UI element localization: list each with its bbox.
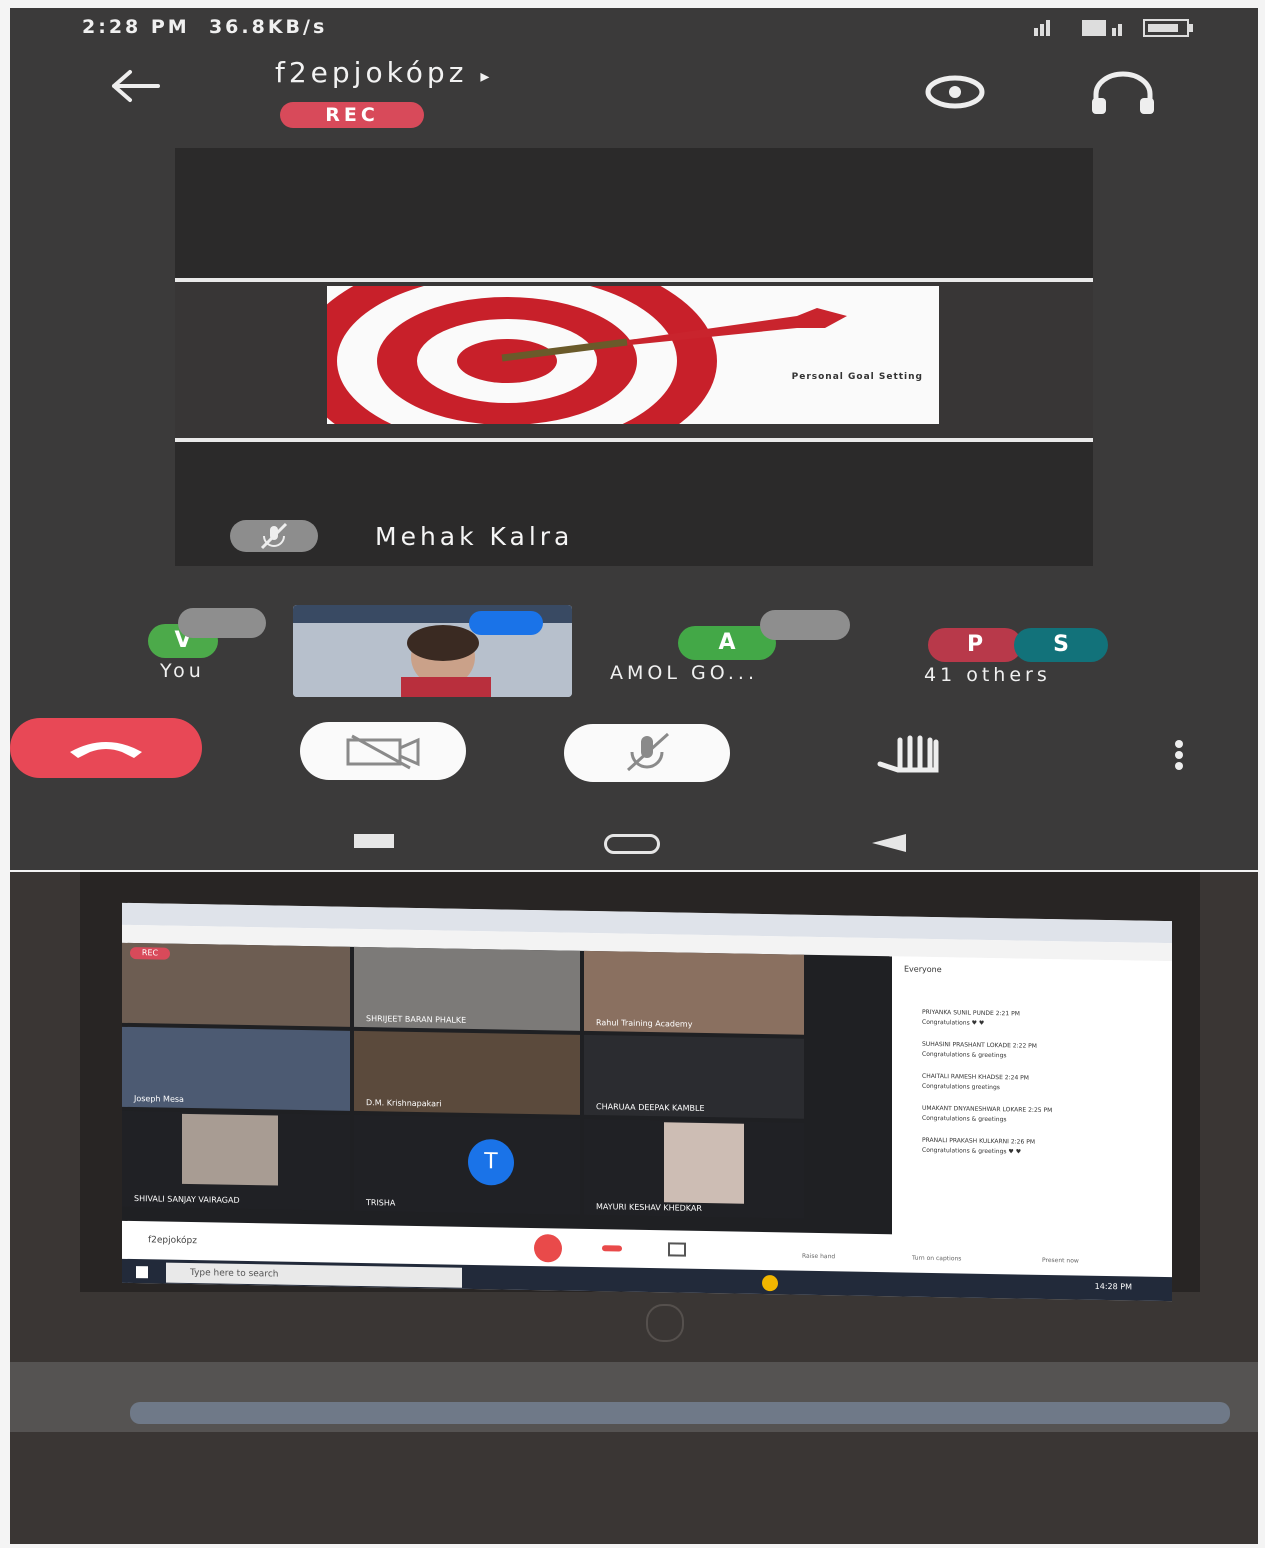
mic-off-icon [230, 520, 318, 552]
mic-off-icon [626, 732, 670, 772]
taskbar-clock: 14:28 PM [1094, 1281, 1132, 1292]
mic-off-icon [760, 610, 850, 640]
tile-name: D.M. Krishnapakari [366, 1098, 442, 1109]
laptop-photo: REC SHRIJEET BARAN PHALKE Rahul Training… [10, 872, 1258, 1544]
dartboard-image [327, 286, 847, 424]
chrome-icon[interactable] [762, 1275, 778, 1292]
status-bar: 2:28 PM 36.8KB/s [10, 8, 1258, 46]
raise-hand-icon[interactable] [870, 730, 950, 774]
hangup-icon [70, 742, 142, 758]
participant-tile[interactable]: CHARUAA DEEPAK KAMBLE [584, 1034, 804, 1119]
avatar-p: P [928, 628, 1022, 662]
tile-name: MAYURI KESHAV KHEDKAR [596, 1202, 702, 1213]
chat-sender: PRANALI PRAKASH KULKARNI 2:26 PM [922, 1136, 1036, 1146]
end-call-button[interactable] [10, 718, 202, 778]
chat-sender: SUHASINI PRASHANT LOKADE 2:22 PM [922, 1040, 1037, 1050]
chat-message: Congratulations & greetings [922, 1114, 1007, 1124]
meeting-title[interactable]: f2epjokópz ▸ [275, 56, 493, 89]
participant-video-tile[interactable] [293, 605, 572, 697]
laptop-meeting-code[interactable]: f2epjokópz [148, 1235, 197, 1246]
captions-label[interactable]: Turn on captions [912, 1255, 961, 1263]
chat-sender: PRIYANKA SUNIL PUNDE 2:21 PM [922, 1008, 1020, 1018]
participant-tile[interactable]: SHRIJEET BARAN PHALKE [354, 946, 580, 1031]
home-icon[interactable] [604, 834, 660, 854]
tile-name: TRISHA [366, 1198, 396, 1208]
participant-tile[interactable]: MAYURI KESHAV KHEDKAR [584, 1118, 804, 1219]
switch-camera-icon[interactable] [918, 68, 992, 116]
laptop-camera-icon[interactable] [668, 1242, 686, 1257]
chat-message: Congratulations ♥ ♥ [922, 1018, 985, 1027]
participant-label: AMOL GO... [610, 662, 758, 684]
chat-message: Congratulations greetings [922, 1082, 1000, 1092]
participant-label: You [160, 660, 205, 682]
chat-panel: Everyone PRIYANKA SUNIL PUNDE 2:21 PM Co… [892, 956, 1172, 1262]
more-options-icon[interactable] [1168, 738, 1190, 772]
laptop-rec-badge: REC [130, 946, 170, 960]
recents-icon[interactable] [354, 834, 394, 848]
signal-battery-icon [1034, 19, 1193, 37]
status-indicators [1032, 16, 1202, 43]
camera-toggle-button[interactable] [300, 722, 466, 780]
avatar-s: S [1014, 628, 1108, 662]
participant-tile[interactable]: T TRISHA [354, 1114, 580, 1215]
shared-screen: Personal Goal Setting [175, 278, 1093, 442]
slide-caption: Personal Goal Setting [791, 372, 923, 382]
participant-label: 41 others [924, 664, 1051, 686]
presenter-name: Mehak Kalra [375, 522, 574, 551]
chat-title: Everyone [904, 964, 942, 975]
laptop-hangup-icon[interactable] [602, 1245, 622, 1252]
participant-tile[interactable]: D.M. Krishnapakari [354, 1030, 580, 1115]
chat-sender: UMAKANT DNYANESHWAR LOKARE 2:25 PM [922, 1104, 1053, 1115]
presentation-stage: Personal Goal Setting Mehak Kalra [175, 148, 1093, 566]
chat-message: Congratulations & greetings [922, 1050, 1007, 1060]
participant-tile[interactable]: Rahul Training Academy [584, 950, 804, 1035]
camera-off-icon [346, 734, 420, 770]
participant-tile[interactable]: SHIVALI SANJAY VAIRAGAD [122, 1110, 350, 1211]
tile-name: Rahul Training Academy [596, 1018, 693, 1029]
meet-grid: REC SHRIJEET BARAN PHALKE Rahul Training… [122, 942, 892, 1252]
tile-name: SHRIJEET BARAN PHALKE [366, 1014, 467, 1025]
tile-name: CHARUAA DEEPAK KAMBLE [596, 1102, 705, 1114]
raise-hand-label[interactable]: Raise hand [802, 1253, 835, 1261]
chat-sender: CHAITALI RAMESH KHADSE 2:24 PM [922, 1072, 1029, 1082]
tile-avatar: T [468, 1138, 514, 1186]
present-label[interactable]: Present now [1042, 1257, 1079, 1265]
speaking-indicator-icon [469, 611, 543, 635]
recording-badge: REC [280, 102, 424, 128]
status-time: 2:28 PM 36.8KB/s [82, 16, 328, 38]
back-nav-icon[interactable] [872, 834, 906, 852]
headphones-icon[interactable] [1086, 70, 1160, 118]
slide-image: Personal Goal Setting [327, 286, 939, 424]
back-arrow-icon[interactable] [108, 66, 162, 106]
mic-toggle-button[interactable] [564, 724, 730, 782]
tile-name: Joseph Mesa [134, 1094, 184, 1104]
taskbar-search[interactable]: Type here to search [166, 1262, 462, 1288]
windows-start-icon[interactable] [136, 1266, 148, 1279]
laptop-screen: REC SHRIJEET BARAN PHALKE Rahul Training… [122, 902, 1172, 1302]
mic-off-icon [178, 608, 266, 638]
expand-chevron-icon[interactable]: ▸ [480, 66, 493, 87]
chat-message: Congratulations & greetings ♥ ♥ [922, 1146, 1022, 1156]
hp-logo-icon [646, 1304, 684, 1342]
keyboard-reflection [130, 1402, 1230, 1424]
phone-screen: 2:28 PM 36.8KB/s f2epjokópz ▸ REC Person… [10, 8, 1258, 870]
laptop-mic-button[interactable] [534, 1234, 562, 1263]
tile-name: SHIVALI SANJAY VAIRAGAD [134, 1194, 240, 1205]
participant-tile[interactable]: Joseph Mesa [122, 1026, 350, 1111]
